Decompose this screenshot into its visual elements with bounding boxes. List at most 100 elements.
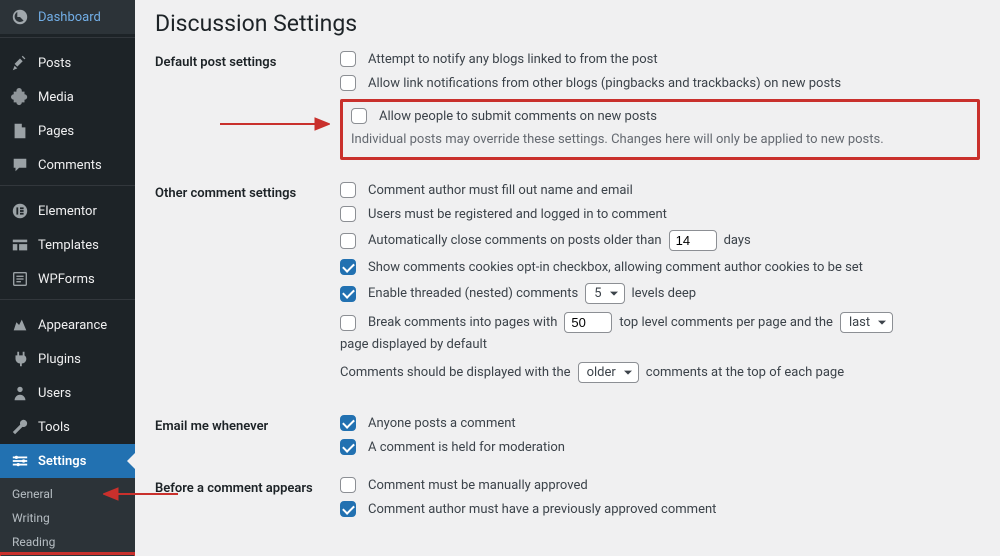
select-default-page[interactable]: last — [840, 312, 893, 333]
option-notify-blogs: Attempt to notify any blogs linked to fr… — [340, 51, 980, 67]
menu-label: Dashboard — [38, 10, 101, 25]
sidebar-item-wpforms[interactable]: WPForms — [0, 262, 135, 296]
option-break-pages: Break comments into pages with top level… — [340, 312, 980, 352]
option-label-post: comments at the top of each page — [646, 365, 844, 380]
checkbox-allow-comments[interactable] — [351, 108, 367, 124]
submenu-item-reading[interactable]: Reading — [0, 530, 135, 554]
sidebar-item-elementor[interactable]: Elementor — [0, 194, 135, 228]
sidebar-item-appearance[interactable]: Appearance — [0, 308, 135, 342]
dashboard-icon — [10, 7, 30, 27]
checkbox-notify-blogs[interactable] — [340, 51, 356, 67]
section-heading: Before a comment appears — [155, 477, 340, 496]
menu-label: Plugins — [38, 352, 81, 367]
settings-submenu: General Writing Reading Discussion Media… — [0, 478, 135, 556]
checkbox-held-moderation[interactable] — [340, 439, 356, 455]
input-close-days[interactable] — [669, 230, 717, 251]
option-must-fill-name-email: Comment author must fill out name and em… — [340, 182, 980, 198]
sidebar-item-media[interactable]: Media — [0, 80, 135, 114]
page-icon — [10, 121, 30, 141]
option-label-post: days — [724, 233, 751, 248]
option-label: Automatically close comments on posts ol… — [368, 233, 662, 248]
sidebar-item-tools[interactable]: Tools — [0, 410, 135, 444]
option-must-register: Users must be registered and logged in t… — [340, 206, 980, 222]
checkbox-anyone-posts[interactable] — [340, 415, 356, 431]
menu-label: WPForms — [38, 272, 95, 287]
checkbox-break-pages[interactable] — [340, 315, 356, 331]
checkbox-cookies-optin[interactable] — [340, 259, 356, 275]
section-heading: Default post settings — [155, 51, 340, 70]
menu-label: Users — [38, 386, 71, 401]
appearance-icon — [10, 315, 30, 335]
menu-label: Appearance — [38, 318, 107, 333]
option-label: Attempt to notify any blogs linked to fr… — [368, 52, 658, 67]
admin-sidebar: Dashboard Posts Media Pages Comments Ele… — [0, 0, 135, 556]
menu-label: Posts — [38, 56, 71, 71]
menu-label: Settings — [38, 454, 86, 469]
sidebar-item-templates[interactable]: Templates — [0, 228, 135, 262]
select-thread-depth[interactable]: 5 — [585, 283, 624, 304]
sidebar-item-comments[interactable]: Comments — [0, 148, 135, 182]
option-label: Allow link notifications from other blog… — [368, 76, 841, 91]
option-cookies-optin: Show comments cookies opt-in checkbox, a… — [340, 259, 980, 275]
option-allow-comments: Allow people to submit comments on new p… — [351, 108, 969, 124]
option-label: Allow people to submit comments on new p… — [379, 109, 657, 124]
menu-separator — [0, 185, 135, 191]
option-label: A comment is held for moderation — [368, 440, 565, 455]
menu-label: Media — [38, 90, 74, 105]
checkbox-must-register[interactable] — [340, 206, 356, 222]
sidebar-item-dashboard[interactable]: Dashboard — [0, 0, 135, 34]
checkbox-must-fill-name-email[interactable] — [340, 182, 356, 198]
option-threaded: Enable threaded (nested) comments 5 leve… — [340, 283, 980, 304]
sidebar-item-settings[interactable]: Settings — [0, 444, 135, 478]
sidebar-item-posts[interactable]: Posts — [0, 46, 135, 80]
section-email-me: Email me whenever Anyone posts a comment… — [155, 415, 980, 463]
sidebar-item-pages[interactable]: Pages — [0, 114, 135, 148]
submenu-item-general[interactable]: General — [0, 482, 135, 506]
option-label: Comment author must fill out name and em… — [368, 183, 633, 198]
menu-label: Pages — [38, 124, 74, 139]
section-other-comment: Other comment settings Comment author mu… — [155, 182, 980, 391]
section-before-appears: Before a comment appears Comment must be… — [155, 477, 980, 525]
checkbox-threaded[interactable] — [340, 286, 356, 302]
option-label: Comments should be displayed with the — [340, 365, 571, 380]
settings-note: Individual posts may override these sett… — [351, 132, 969, 147]
checkbox-allow-pingbacks[interactable] — [340, 75, 356, 91]
sidebar-item-users[interactable]: Users — [0, 376, 135, 410]
option-label: Anyone posts a comment — [368, 416, 516, 431]
comment-icon — [10, 155, 30, 175]
checkbox-prev-approved[interactable] — [340, 501, 356, 517]
settings-icon — [10, 451, 30, 471]
option-label-post: levels deep — [632, 286, 697, 301]
templates-icon — [10, 235, 30, 255]
option-label: Show comments cookies opt-in checkbox, a… — [368, 260, 863, 275]
menu-separator — [0, 37, 135, 43]
tool-icon — [10, 417, 30, 437]
option-label-mid: top level comments per page and the — [619, 315, 833, 330]
main-content: Discussion Settings Default post setting… — [135, 0, 1000, 556]
checkbox-manually-approved[interactable] — [340, 477, 356, 493]
option-label: Comment author must have a previously ap… — [368, 502, 716, 517]
select-comment-order[interactable]: older — [578, 362, 639, 383]
option-label: Comment must be manually approved — [368, 478, 588, 493]
option-held-moderation: A comment is held for moderation — [340, 439, 980, 455]
input-per-page[interactable] — [564, 312, 612, 333]
option-label: Users must be registered and logged in t… — [368, 207, 667, 222]
menu-label: Tools — [38, 420, 70, 435]
checkbox-auto-close[interactable] — [340, 233, 356, 249]
option-manually-approved: Comment must be manually approved — [340, 477, 980, 493]
option-auto-close: Automatically close comments on posts ol… — [340, 230, 980, 251]
option-label: Break comments into pages with — [368, 315, 557, 330]
option-label: Enable threaded (nested) comments — [368, 286, 578, 301]
option-allow-pingbacks: Allow link notifications from other blog… — [340, 75, 980, 91]
section-heading: Email me whenever — [155, 415, 340, 434]
elementor-icon — [10, 201, 30, 221]
section-default-post: Default post settings Attempt to notify … — [155, 51, 980, 172]
plugin-icon — [10, 349, 30, 369]
menu-separator — [0, 299, 135, 305]
sidebar-item-plugins[interactable]: Plugins — [0, 342, 135, 376]
section-heading: Other comment settings — [155, 182, 340, 201]
menu-label: Templates — [38, 238, 99, 253]
pin-icon — [10, 53, 30, 73]
submenu-item-writing[interactable]: Writing — [0, 506, 135, 530]
wpforms-icon — [10, 269, 30, 289]
